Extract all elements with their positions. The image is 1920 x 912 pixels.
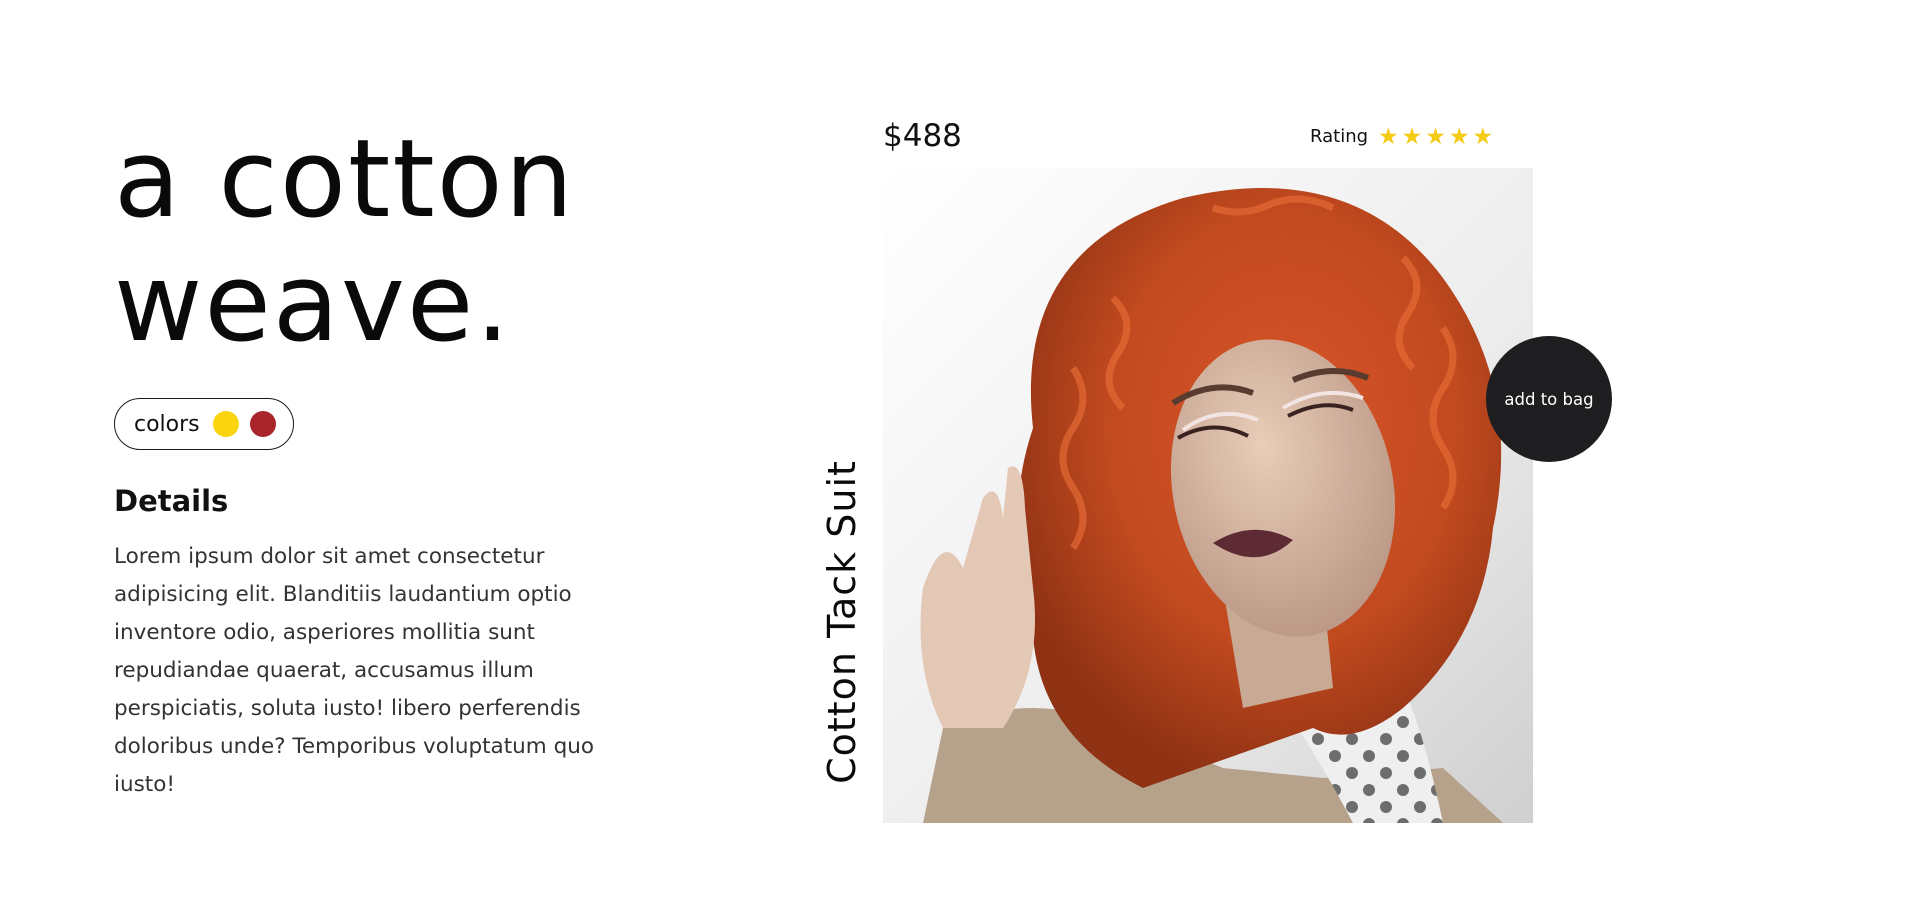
details-heading: Details [114,484,229,518]
product-rating: Rating ★ ★ ★ ★ ★ [1310,124,1496,149]
hero-line-1: a cotton [114,117,576,242]
star-icon: ★ [1425,123,1446,149]
details-description: Lorem ipsum dolor sit amet consectetur a… [114,544,594,797]
star-icon: ★ [1472,123,1494,149]
product-name-vertical: Cotton Tack Suit [820,460,864,784]
product-info-column: a cotton weave. colors Details Lorem ips… [114,118,634,804]
add-to-bag-button[interactable]: add to bag [1486,336,1612,462]
star-icon: ★ [1448,123,1470,149]
rating-label: Rating [1310,126,1369,147]
model-portrait-image [883,168,1533,823]
product-page: a cotton weave. colors Details Lorem ips… [0,0,1920,912]
hero-headline: a cotton weave. [114,118,634,366]
star-icon: ★ [1378,123,1399,149]
color-selector: colors [114,398,294,450]
star-icon: ★ [1401,123,1423,149]
product-price: $488 [883,118,962,154]
hero-line-2: weave. [114,241,512,366]
colors-label: colors [134,411,200,437]
color-swatch-red[interactable] [249,411,276,437]
color-swatch-yellow[interactable] [212,411,239,437]
rating-stars: ★ ★ ★ ★ ★ [1378,124,1496,149]
